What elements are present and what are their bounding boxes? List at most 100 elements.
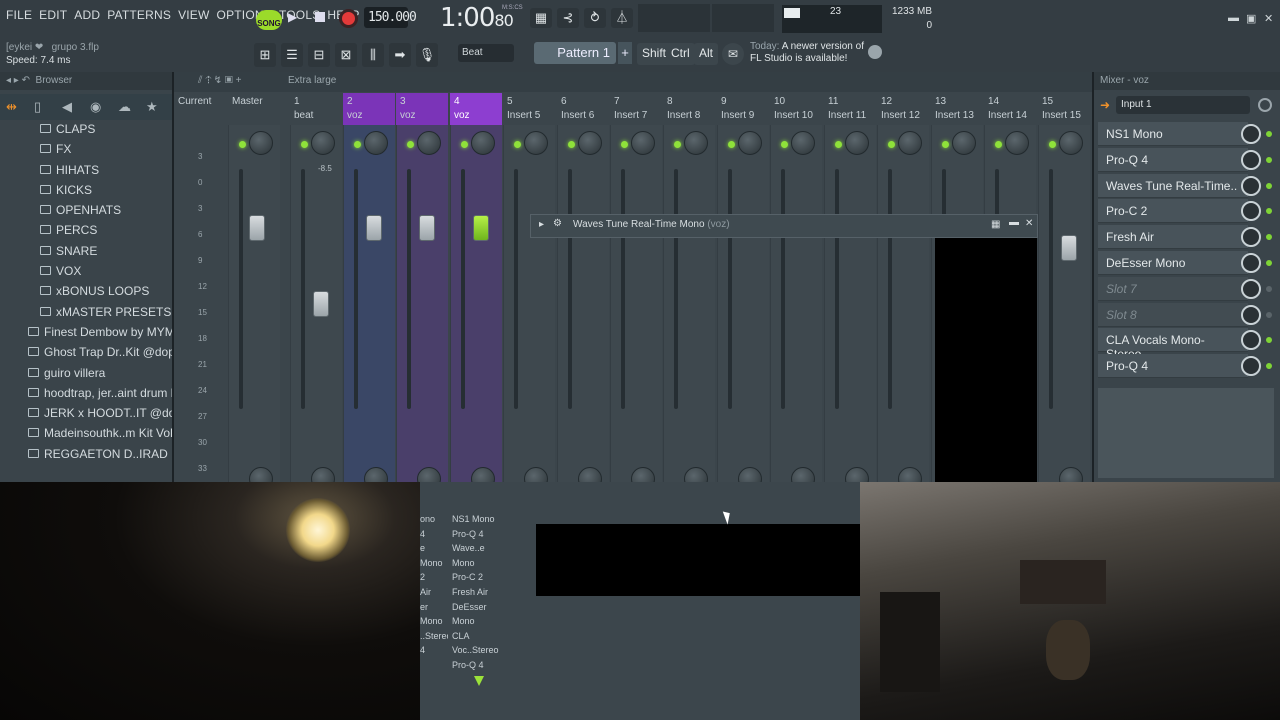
browser-item[interactable]: REGGAETON D..IRAD BEATS (0, 445, 172, 465)
browser-item[interactable]: Madeinsouthk..m Kit Vol. 2 (0, 424, 172, 444)
mixer-channel-header[interactable]: 9 Insert 9 (717, 93, 769, 125)
browser-item[interactable]: Finest Dembow by MYMBA (0, 323, 172, 343)
mixer-channel-header[interactable]: 3 voz (396, 93, 448, 125)
pan-knob[interactable] (471, 131, 495, 155)
menu-add[interactable]: ADD (74, 8, 100, 22)
fx-enable-led[interactable] (1266, 285, 1272, 292)
browser-item[interactable]: xMASTER PRESETS (0, 303, 172, 323)
mixer-channel-header[interactable]: 8 Insert 8 (663, 93, 715, 125)
fx-mix-knob[interactable] (1241, 175, 1261, 196)
pan-knob[interactable] (364, 131, 388, 155)
fx-mix-knob[interactable] (1241, 278, 1261, 299)
play-button[interactable]: ▶ (288, 10, 302, 24)
browser-item[interactable]: KICKS (0, 181, 172, 201)
song-mode-toggle[interactable]: SONG (256, 10, 282, 30)
mixer-channel-header[interactable]: 12 Insert 12 (877, 93, 929, 125)
menu-patterns[interactable]: PATTERNS (107, 8, 171, 22)
fx-slot[interactable]: Waves Tune Real-Time.. (1098, 173, 1248, 198)
stop-button[interactable] (315, 12, 325, 22)
plugin-close-icon[interactable]: ✕ (1025, 218, 1033, 229)
pan-knob[interactable] (898, 131, 922, 155)
pan-knob[interactable] (738, 131, 762, 155)
fx-enable-led[interactable] (1266, 156, 1272, 163)
mixer-channel-header[interactable]: 15 Insert 15 (1038, 93, 1090, 125)
plugin-minimize-icon[interactable]: ▬ (1009, 217, 1019, 228)
pan-knob[interactable] (524, 131, 548, 155)
mixer-channel-header[interactable]: 1 beat (290, 93, 342, 125)
mixer-channel-header[interactable]: 2 voz (343, 93, 395, 125)
mixer-channel-header[interactable]: Current (174, 93, 226, 125)
menu-edit[interactable]: EDIT (39, 8, 67, 22)
fx-enable-led[interactable] (1266, 182, 1272, 189)
pan-knob[interactable] (845, 131, 869, 155)
fx-slot[interactable]: Slot 8 (1098, 302, 1248, 327)
pan-knob[interactable] (249, 131, 273, 155)
channel-enable-led[interactable] (568, 141, 575, 148)
loop-record-icon[interactable]: ⥁ (584, 8, 606, 28)
channel-enable-led[interactable] (995, 141, 1002, 148)
close-icon[interactable]: ✕ (1264, 12, 1276, 25)
mixer-icon[interactable]: ⫼ (362, 43, 384, 67)
cloud-icon[interactable]: ☁ (118, 99, 131, 115)
news-message[interactable]: Today: A newer version of FL Studio is a… (750, 41, 870, 65)
channel-enable-led[interactable] (835, 141, 842, 148)
alt-key[interactable]: Alt (694, 43, 719, 65)
channel-enable-led[interactable] (621, 141, 628, 148)
speaker-icon[interactable]: ◀ (62, 99, 72, 115)
channel-enable-led[interactable] (1049, 141, 1056, 148)
pan-knob[interactable] (631, 131, 655, 155)
fx-slot[interactable]: NS1 Mono (1098, 122, 1248, 146)
route-arrow-icon[interactable] (474, 676, 484, 686)
plugin-layout-icon[interactable]: ▦ (991, 219, 1000, 230)
channel-enable-led[interactable] (407, 141, 414, 148)
channel-enable-led[interactable] (728, 141, 735, 148)
file-icon[interactable]: ▯ (34, 99, 41, 115)
mixer-channel-header[interactable]: 11 Insert 11 (824, 93, 876, 125)
browser-item[interactable]: xBONUS LOOPS (0, 282, 172, 302)
browser-item[interactable]: FX (0, 140, 172, 160)
globe-icon[interactable]: ◉ (90, 99, 101, 115)
plugin-window-titlebar[interactable]: ▸ ⚙ Waves Tune Real-Time Mono (voz) ▦ ▬ … (530, 214, 1038, 238)
pan-knob[interactable] (311, 131, 335, 155)
browser-menu-icon[interactable]: ⇹ (6, 99, 17, 115)
plugin-window-body[interactable] (935, 238, 1037, 482)
channel-enable-led[interactable] (781, 141, 788, 148)
fx-slot[interactable]: DeEsser Mono (1098, 251, 1248, 275)
arrow-icon[interactable]: ➡ (389, 43, 411, 67)
news-icon[interactable]: ✉ (722, 43, 744, 65)
browser-item[interactable]: JERK x HOODT..IT @dopekit (0, 404, 172, 424)
fx-enable-led[interactable] (1266, 131, 1272, 137)
pan-knob[interactable] (791, 131, 815, 155)
countdown-icon[interactable]: ⊰ (557, 8, 579, 28)
volume-fader[interactable] (249, 215, 265, 241)
browser-item[interactable]: hoodtrap, jer..aint drum kit (0, 384, 172, 404)
mixer-channel-header[interactable]: 6 Insert 6 (557, 93, 609, 125)
pan-knob[interactable] (578, 131, 602, 155)
pan-knob[interactable] (417, 131, 441, 155)
channel-rack-icon[interactable]: ⊠ (335, 43, 357, 67)
fx-slot[interactable]: CLA Vocals Mono-Stereo (1098, 328, 1248, 361)
volume-fader[interactable] (313, 291, 329, 317)
channel-enable-led[interactable] (354, 141, 361, 148)
channel-enable-led[interactable] (674, 141, 681, 148)
fx-mix-knob[interactable] (1241, 149, 1261, 170)
mixer-channel-header[interactable]: 4 voz (450, 93, 502, 125)
tempo-display[interactable]: 150.000 (364, 7, 417, 28)
browser-item[interactable]: SNARE (0, 242, 172, 262)
fx-enable-led[interactable] (1266, 311, 1272, 318)
fx-enable-led[interactable] (1266, 260, 1272, 266)
ctrl-key[interactable]: Ctrl (666, 43, 695, 65)
metronome-icon[interactable]: ⏃ (611, 8, 633, 28)
fx-mix-knob[interactable] (1241, 253, 1261, 273)
pan-knob[interactable] (684, 131, 708, 155)
piano-roll-icon[interactable]: ⊟ (308, 43, 330, 67)
plugin-gear-icon[interactable]: ⚙ (553, 218, 562, 229)
record-button[interactable] (339, 9, 358, 28)
volume-fader[interactable] (1061, 235, 1077, 261)
channel-enable-led[interactable] (301, 141, 308, 148)
snap-icon[interactable]: ⊞ (254, 43, 276, 67)
pan-knob[interactable] (952, 131, 976, 155)
microphone-icon[interactable]: 🎙 (416, 43, 438, 67)
pattern-selector[interactable]: Pattern 1 (534, 42, 616, 64)
volume-fader[interactable] (419, 215, 435, 241)
